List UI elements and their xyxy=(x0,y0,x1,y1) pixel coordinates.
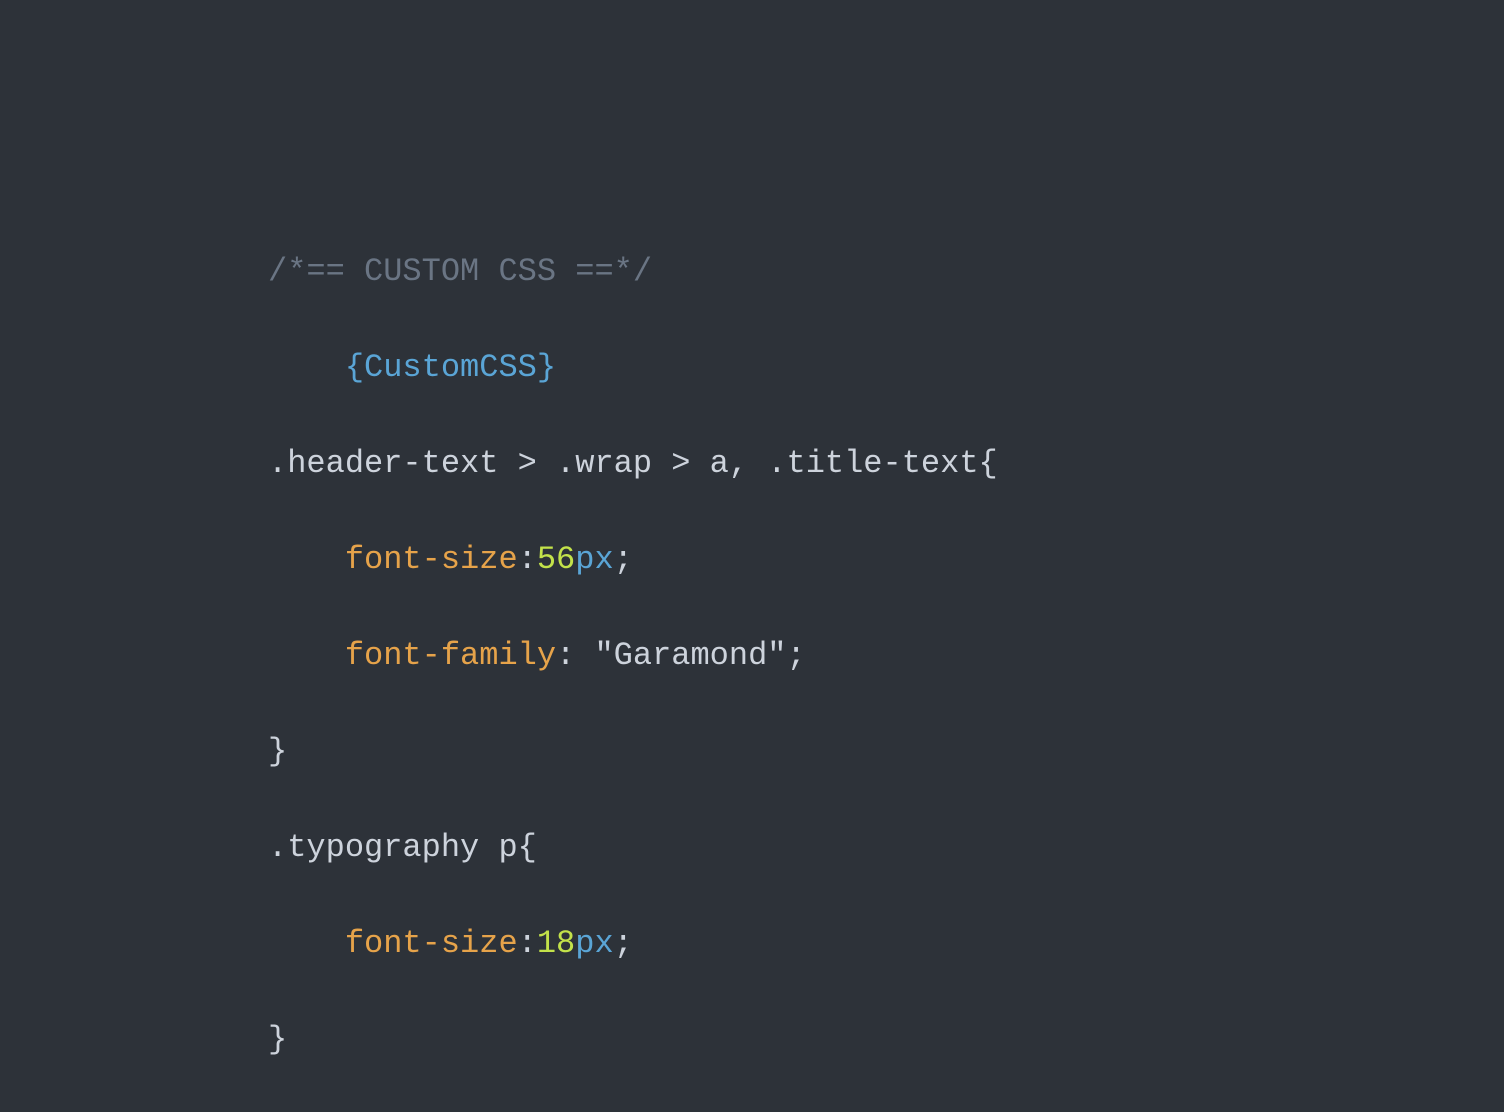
css-unit: px xyxy=(575,925,613,962)
colon: : xyxy=(556,637,594,674)
css-placeholder-token: {CustomCSS} xyxy=(345,349,556,386)
code-line: .header-text > .wrap > a, .title-text{ xyxy=(268,440,1504,488)
css-property: font-size xyxy=(345,541,518,578)
css-unit: px xyxy=(575,541,613,578)
open-brace: { xyxy=(979,445,998,482)
code-line: /*== CUSTOM CSS ==*/ xyxy=(268,248,1504,296)
css-selector: .header-text > .wrap > a, .title-text xyxy=(268,445,979,482)
code-line: .typography p{ xyxy=(268,824,1504,872)
code-line: {CustomCSS} xyxy=(268,344,1504,392)
css-number: 56 xyxy=(537,541,575,578)
colon: : xyxy=(518,925,537,962)
code-line: font-size:18px; xyxy=(268,920,1504,968)
code-editor[interactable]: /*== CUSTOM CSS ==*/ {CustomCSS} .header… xyxy=(0,0,1504,1112)
semicolon: ; xyxy=(786,637,805,674)
css-string: "Garamond" xyxy=(594,637,786,674)
code-line: font-size:56px; xyxy=(268,536,1504,584)
css-property: font-size xyxy=(345,925,518,962)
code-line: } xyxy=(268,728,1504,776)
css-number: 18 xyxy=(537,925,575,962)
code-line: font-family: "Garamond"; xyxy=(268,632,1504,680)
code-line: } xyxy=(268,1016,1504,1064)
open-brace: { xyxy=(518,829,537,866)
css-selector: .typography p xyxy=(268,829,518,866)
semicolon: ; xyxy=(614,925,633,962)
close-brace: } xyxy=(268,1021,287,1058)
close-brace: } xyxy=(268,733,287,770)
css-comment: /*== CUSTOM CSS ==*/ xyxy=(268,253,652,290)
css-property: font-family xyxy=(345,637,556,674)
semicolon: ; xyxy=(614,541,633,578)
colon: : xyxy=(518,541,537,578)
